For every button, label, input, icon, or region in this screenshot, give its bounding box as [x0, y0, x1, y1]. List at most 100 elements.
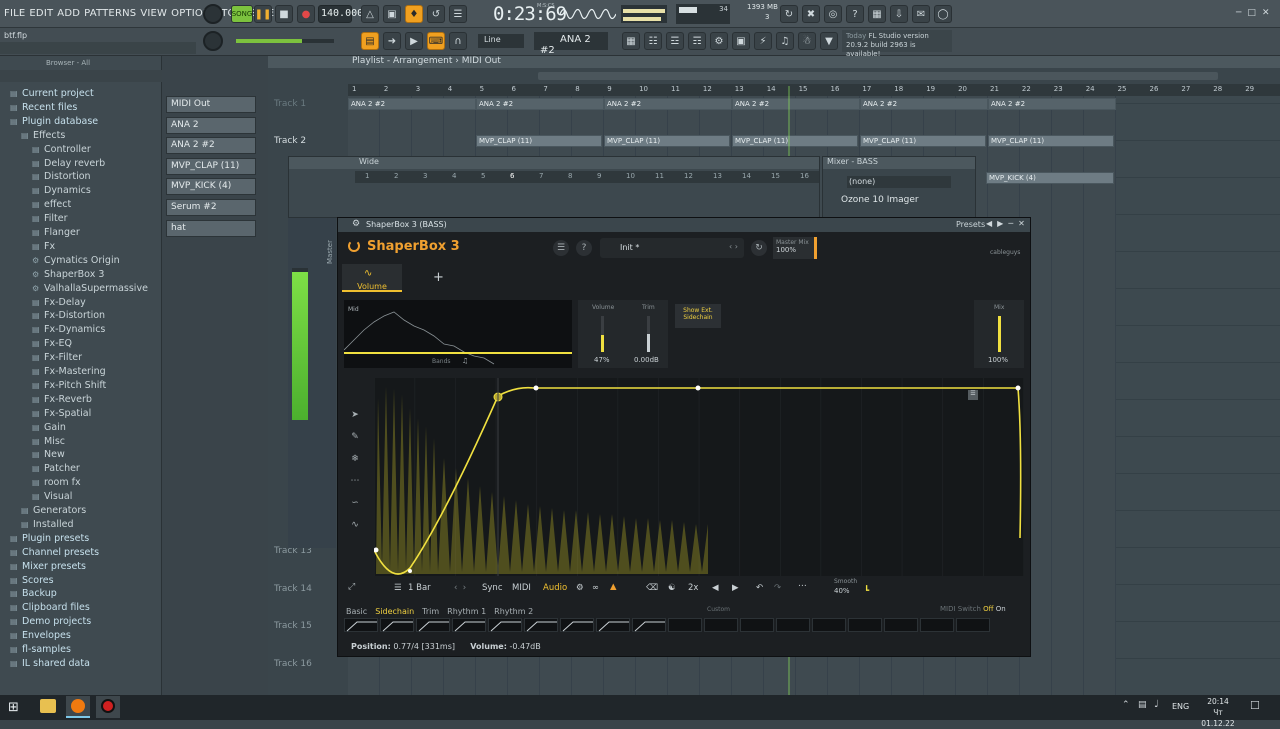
chat-icon[interactable]: ✉ [912, 5, 930, 23]
channel-rack-icon[interactable]: ☲ [666, 32, 684, 50]
master-volume-slider[interactable] [236, 39, 334, 43]
playlist-clip[interactable]: MVP_CLAP (11) [476, 135, 602, 147]
playlist-clip[interactable]: MVP_KICK (4) [986, 172, 1114, 184]
fl-studio-taskbar-icon[interactable] [66, 696, 90, 718]
menu-file[interactable]: FILE [4, 8, 25, 19]
master-pitch-knob[interactable] [203, 31, 223, 51]
browser-item[interactable]: ▤ Gain [32, 422, 66, 436]
browser-item[interactable]: ▤ Mixer presets [10, 561, 86, 575]
help-icon[interactable]: ? [846, 5, 864, 23]
track-label[interactable]: Track 16 [274, 659, 348, 669]
mixer-icon[interactable]: ☶ [688, 32, 706, 50]
browser-item[interactable]: ▤ Fx-Delay [32, 297, 86, 311]
browser-item[interactable]: ▤ Scores [10, 575, 54, 589]
browser-item[interactable]: ▤ Installed [21, 519, 73, 533]
step-number[interactable]: 4 [452, 172, 456, 180]
shape-thumbnail[interactable] [380, 618, 414, 632]
countdown-icon[interactable]: ♦ [405, 5, 423, 23]
news-panel[interactable]: Today FL Studio version 20.9.2 build 296… [842, 30, 952, 58]
shape-thumbnail[interactable] [632, 618, 666, 632]
piano-roll-icon[interactable]: ☷ [644, 32, 662, 50]
notification-icon[interactable]: ☐ [1250, 699, 1260, 712]
shape-thumbnail[interactable] [452, 618, 486, 632]
shape-tab-basic[interactable]: Basic [346, 607, 367, 616]
step-number[interactable]: 14 [742, 172, 751, 180]
metronome-icon[interactable]: △ [361, 5, 379, 23]
playlist-clip[interactable]: MVP_CLAP (11) [732, 135, 858, 147]
browser-item[interactable]: ▤ Envelopes [10, 630, 71, 644]
menu-edit[interactable]: EDIT [29, 8, 53, 19]
shape-thumbnail[interactable] [740, 618, 774, 632]
playlist-clip[interactable]: MVP_CLAP (11) [988, 135, 1114, 147]
shape-thumbnail[interactable] [812, 618, 846, 632]
plug-icon[interactable]: ⚡ [754, 32, 772, 50]
step-number[interactable]: 7 [539, 172, 543, 180]
pattern-song-icon[interactable]: ▤ [361, 32, 379, 50]
browser-item[interactable]: ▤ Plugin presets [10, 533, 89, 547]
browser-item[interactable]: ▤ New [32, 449, 65, 463]
preset-browser[interactable]: Init * ‹ › [600, 238, 744, 258]
browser-item[interactable]: ▤ Demo projects [10, 616, 91, 630]
browser-item[interactable]: ⚙ ShaperBox 3 [32, 269, 104, 283]
curve-tool-icon[interactable]: ∽ [346, 492, 364, 514]
channel-button[interactable]: ANA 2 #2 [166, 137, 256, 155]
browser-item[interactable]: ▤ Fx-Distortion [32, 310, 105, 324]
redo-icon[interactable]: ↷ [774, 583, 781, 593]
volume-icon[interactable]: ♩ [1154, 699, 1159, 710]
bookmark-icon[interactable]: ▼ [820, 32, 838, 50]
sync-button[interactable]: Sync [482, 583, 503, 593]
menu-add[interactable]: ADD [57, 8, 80, 19]
audio-button[interactable]: Audio [543, 583, 567, 593]
step-number[interactable]: 1 [365, 172, 369, 180]
browser-item[interactable]: ▤ Backup [10, 588, 57, 602]
delete-icon[interactable]: ⌫ [646, 583, 658, 593]
shape-tab-rhythm2[interactable]: Rhythm 2 [494, 607, 533, 616]
help-circle-icon[interactable]: ? [576, 240, 592, 256]
browser-item[interactable]: ▤ Misc [32, 436, 65, 450]
plugin-minimize-icon[interactable]: ─ [1008, 219, 1018, 228]
browser-item[interactable]: ▤ Fx-Pitch Shift [32, 380, 106, 394]
shape-thumbnail[interactable] [920, 618, 954, 632]
step-number[interactable]: 8 [568, 172, 572, 180]
expand-icon[interactable]: ⤢ [348, 582, 355, 592]
arrow-right-icon[interactable]: ➜ [383, 32, 401, 50]
touch-keyboard-icon[interactable]: ♫ [776, 32, 794, 50]
shape-thumbnail[interactable] [524, 618, 558, 632]
track-label[interactable]: Track 2 [274, 136, 348, 146]
shape-thumbnail[interactable] [596, 618, 630, 632]
tab-volume[interactable]: ∿ Volume [342, 264, 402, 292]
browser-item[interactable]: ▤ Fx-EQ [32, 338, 72, 352]
snap-select[interactable]: Line [478, 34, 524, 48]
volume-slider[interactable] [601, 316, 604, 352]
render-icon[interactable]: ⇩ [890, 5, 908, 23]
browser-item[interactable]: ▤ effect [32, 199, 71, 213]
shape-thumbnail[interactable] [956, 618, 990, 632]
windows-start-icon[interactable]: ⊞ [8, 700, 19, 715]
pencil-icon[interactable]: ✎ [346, 426, 364, 448]
channel-button[interactable]: Serum #2 [166, 199, 256, 216]
length-menu-icon[interactable]: ☰ [394, 583, 402, 593]
step-number[interactable]: 16 [800, 172, 809, 180]
next-preset-icon[interactable]: ▶ [997, 219, 1008, 228]
step-number[interactable]: 15 [771, 172, 780, 180]
step-number[interactable]: 2 [394, 172, 398, 180]
wait-input-icon[interactable]: ▣ [383, 5, 401, 23]
channel-button[interactable]: MIDI Out [166, 96, 256, 113]
browser-item[interactable]: ▤ Plugin database [10, 116, 98, 130]
length-nav-icon[interactable]: ‹ › [454, 583, 466, 593]
step-number[interactable]: 11 [655, 172, 664, 180]
resize-handle-icon[interactable]: ☰ [968, 390, 978, 400]
browser-item[interactable]: ▤ Current project [10, 88, 94, 102]
browser-item[interactable]: ▤ fl-samples [10, 644, 71, 658]
restore-icon[interactable]: □ [1247, 8, 1262, 18]
plugin-close-icon[interactable]: ✕ [1018, 219, 1030, 228]
shape-thumbnail[interactable] [344, 618, 378, 632]
clock[interactable]: 20:14 Чт 01.12.22 [1200, 696, 1236, 729]
mix-control[interactable]: Mix 100% [974, 300, 1024, 368]
browser-item[interactable]: ▤ Delay reverb [32, 158, 105, 172]
step-number[interactable]: 5 [481, 172, 485, 180]
preset-nav-icon[interactable]: ‹ › [729, 242, 738, 251]
browser-item[interactable]: ▤ Fx-Mastering [32, 366, 106, 380]
record-button[interactable]: ● [297, 5, 315, 23]
plugin-picker-icon[interactable]: ◎ [824, 5, 842, 23]
